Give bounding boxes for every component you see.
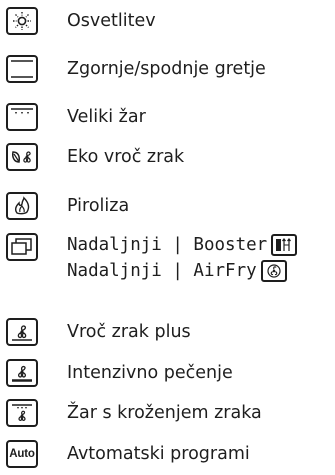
large-grill-icon [6,103,38,131]
legend-item-eco-hot-air: Eko vroč zrak [6,143,335,175]
oven-function-legend: Osvetlitev Zgornje/spodnje gretje Veliki… [0,0,335,475]
legend-label: Nadaljnji | AirFry [67,261,257,281]
legend-item-grill-circulated-air: Žar s kroženjem zraka [6,399,335,431]
legend-item-large-grill: Veliki žar [6,103,335,135]
top-bottom-heat-icon [6,55,38,83]
extra-functions-text: Nadaljnji | Booster Nadaljnji | AirFry [67,233,298,283]
legend-item-hot-air-plus: Vroč zrak plus [6,318,335,350]
pyrolysis-icon [6,192,38,220]
eco-hot-air-icon [6,143,38,171]
hot-air-plus-icon [6,318,38,346]
legend-item-pyrolysis: Piroliza [6,192,335,224]
booster-icon [271,234,298,256]
legend-label: Avtomatski programi [67,444,250,464]
booster-line: Nadaljnji | Booster [67,233,298,257]
legend-label: Žar s kroženjem zraka [67,403,262,423]
extra-function-icon [6,233,38,261]
auto-programs-icon: Auto [6,440,38,468]
oven-light-icon [6,7,38,35]
legend-label: Vroč zrak plus [67,322,191,342]
grill-circulated-air-icon [6,399,38,427]
legend-label: Osvetlitev [67,11,156,31]
intensive-baking-icon [6,359,38,387]
legend-label: Intenzivno pečenje [67,363,233,383]
legend-item-top-bottom-heat: Zgornje/spodnje gretje [6,55,335,87]
airfry-line: Nadaljnji | AirFry [67,259,297,283]
legend-item-auto-programs: Auto Avtomatski programi [6,440,335,472]
legend-item-extra-functions: Nadaljnji | Booster Nadaljnji | AirFry [6,233,335,293]
legend-item-light: Osvetlitev [6,7,335,39]
legend-label: Eko vroč zrak [67,147,185,167]
legend-label: Veliki žar [67,107,146,127]
legend-label: Piroliza [67,196,130,216]
legend-label: Nadaljnji | Booster [67,235,268,255]
legend-label: Zgornje/spodnje gretje [67,59,266,79]
legend-item-intensive-baking: Intenzivno pečenje [6,359,335,391]
airfry-icon [260,260,287,282]
